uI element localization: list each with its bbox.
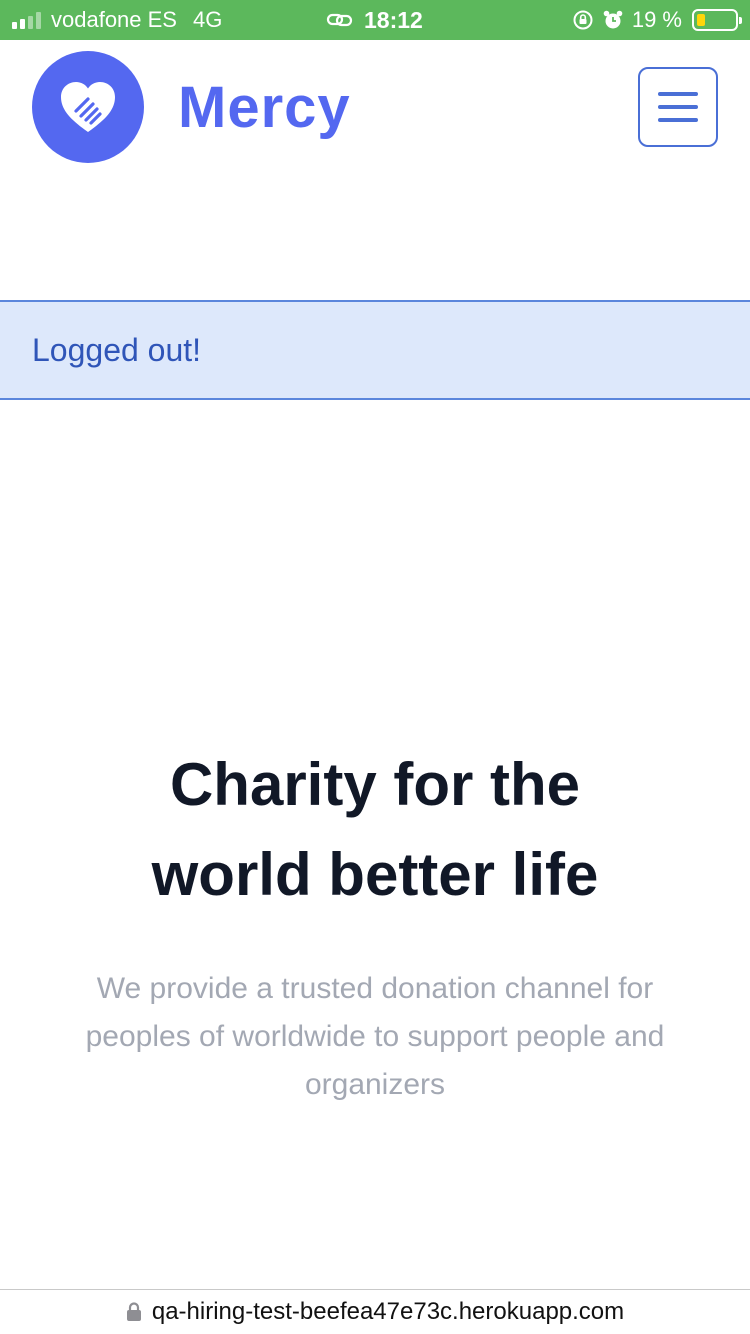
menu-toggle-button[interactable]: [638, 67, 718, 147]
logout-alert: Logged out!: [0, 300, 750, 400]
status-left: vodafone ES 4G: [12, 0, 222, 40]
lock-icon: [126, 1302, 141, 1321]
battery-icon: [692, 9, 742, 31]
personal-hotspot-icon: [326, 13, 353, 27]
hero-title-line: Charity for the: [169, 751, 581, 818]
alert-message: Logged out!: [32, 331, 202, 368]
browser-url-bar[interactable]: qa-hiring-test-beefea47e73c.herokuapp.co…: [0, 1289, 750, 1334]
carrier-name: vodafone ES: [51, 7, 177, 32]
site-header: Mercy: [0, 40, 750, 180]
url-text[interactable]: qa-hiring-test-beefea47e73c.herokuapp.co…: [152, 1298, 624, 1326]
network-type: 4G: [192, 7, 223, 32]
alarm-icon: [603, 10, 623, 29]
status-bar: vodafone ES 4G 18:12 19 %: [0, 0, 750, 40]
battery-percentage: 19 %: [631, 7, 682, 32]
status-right: 19 %: [572, 0, 742, 40]
hamburger-icon-bar: [658, 92, 698, 96]
hero-title-line: world better life: [151, 841, 599, 908]
battery-fill: [697, 14, 705, 26]
status-center: 18:12: [326, 0, 423, 40]
brand-name[interactable]: Mercy: [178, 74, 351, 141]
hero-title: Charity for the world better life: [0, 740, 750, 920]
hero-subtitle: We provide a trusted donation channel fo…: [85, 972, 665, 1101]
hamburger-icon-bar: [658, 105, 698, 109]
cellular-signal-icon: [12, 11, 41, 29]
clock-time: 18:12: [364, 6, 423, 33]
logo-heart-hands-icon[interactable]: [32, 51, 144, 163]
hamburger-icon-bar: [658, 118, 698, 122]
rotation-lock-icon: [573, 10, 593, 30]
